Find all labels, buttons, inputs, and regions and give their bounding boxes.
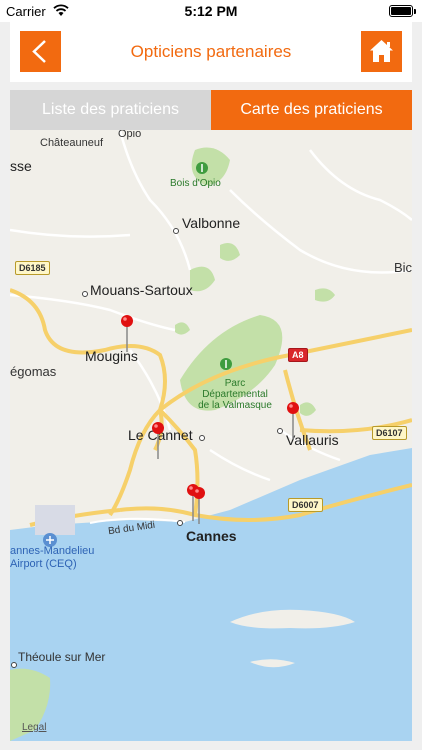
- battery-icon: [389, 5, 413, 17]
- chevron-left-icon: [32, 40, 46, 63]
- place-dot-vallauris: [277, 428, 283, 434]
- place-airport: annes-Mandelieu Airport (CEQ): [10, 545, 95, 570]
- tab-carte-praticiens[interactable]: Carte des praticiens: [211, 90, 412, 130]
- place-bois-opio: Bois d'Opio: [170, 178, 221, 189]
- place-dot-cannes: [177, 520, 183, 526]
- place-grasse: sse: [10, 158, 32, 174]
- home-button[interactable]: [361, 31, 402, 72]
- map-view[interactable]: Châteauneuf Opio sse Bois d'Opio Valbonn…: [10, 130, 412, 741]
- road-shield-d6107: D6107: [372, 426, 407, 440]
- back-button[interactable]: [20, 31, 61, 72]
- place-biot: Bic: [394, 260, 412, 275]
- status-bar: Carrier 5:12 PM: [0, 0, 422, 22]
- place-dot-valbonne: [173, 228, 179, 234]
- place-dot-theoule: [11, 662, 17, 668]
- road-shield-d6185: D6185: [15, 261, 50, 275]
- map-pin-mougins[interactable]: [120, 314, 134, 354]
- map-pin-cannes-2[interactable]: [192, 486, 206, 526]
- place-pegomas: égomas: [10, 364, 57, 379]
- tab-liste-praticiens[interactable]: Liste des praticiens: [10, 90, 211, 130]
- place-chateauneuf: Châteauneuf: [40, 137, 103, 149]
- place-mouans-sartoux: Mouans-Sartoux: [90, 282, 193, 298]
- place-opio: Opio: [118, 130, 142, 140]
- place-valbonne: Valbonne: [182, 215, 241, 231]
- clock: 5:12 PM: [184, 3, 238, 19]
- map-pin-le-cannet[interactable]: [151, 421, 165, 461]
- place-dot-le-cannet: [199, 435, 205, 441]
- map-legal-link[interactable]: Legal: [22, 722, 46, 733]
- home-icon: [370, 40, 393, 62]
- map-pin-vallauris[interactable]: [286, 401, 300, 441]
- tab-bar: Liste des praticiens Carte des praticien…: [10, 90, 412, 130]
- place-parc-valmasque: Parc Départemental de la Valmasque: [198, 378, 272, 411]
- place-dot-mouans: [82, 291, 88, 297]
- road-shield-a8: A8: [288, 348, 308, 362]
- place-cannes: Cannes: [186, 528, 237, 544]
- page-title: Opticiens partenaires: [130, 42, 292, 61]
- road-shield-d6007: D6007: [288, 498, 323, 512]
- header: Opticiens partenaires: [10, 22, 412, 82]
- battery-tip: [414, 9, 416, 14]
- place-theoule: Théoule sur Mer: [18, 650, 106, 664]
